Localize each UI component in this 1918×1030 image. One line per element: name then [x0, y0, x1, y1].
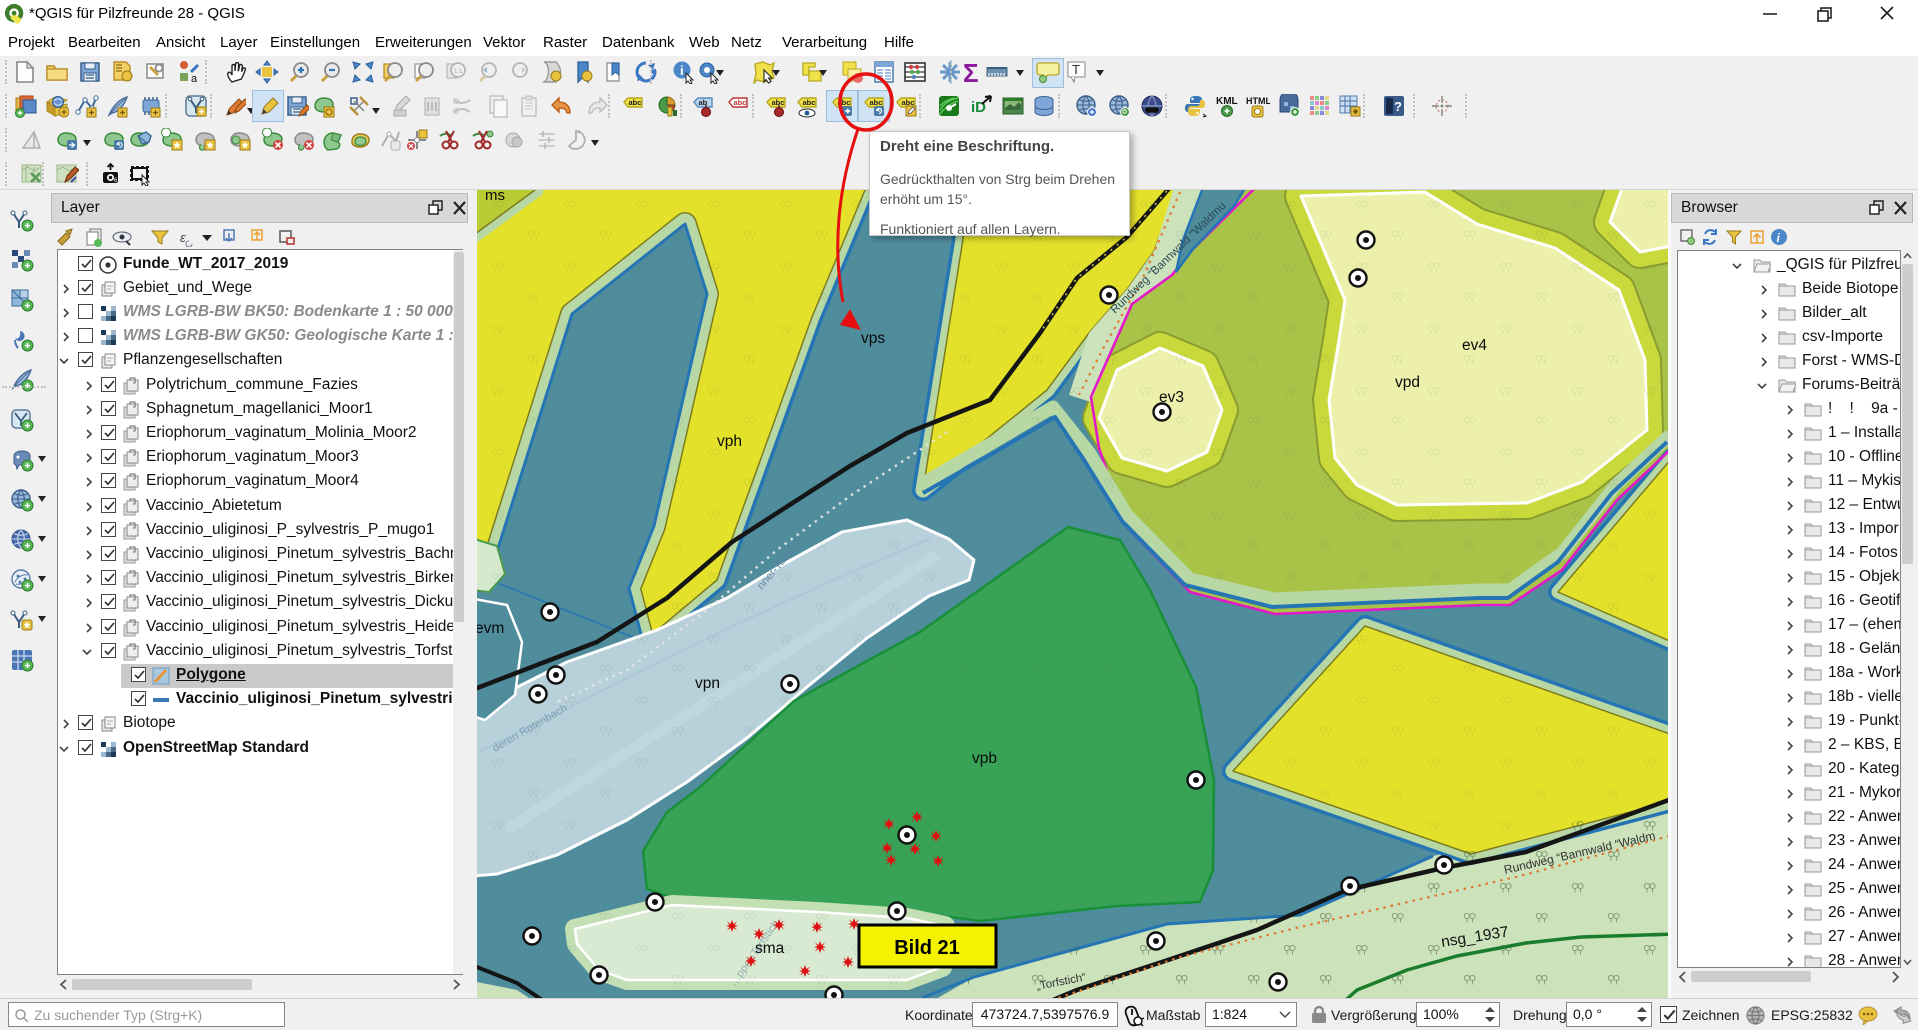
svg-text:a: a	[191, 73, 198, 84]
svg-text:i: i	[680, 63, 684, 78]
svg-text:vpb: vpb	[972, 750, 997, 767]
svg-text:sma: sma	[755, 940, 785, 957]
svg-text:ev4: ev4	[1462, 337, 1487, 354]
svg-text:ε: ε	[180, 230, 186, 245]
svg-text:abc: abc	[870, 98, 883, 107]
svg-text:Bild 21: Bild 21	[894, 937, 960, 959]
svg-text:abc: abc	[803, 98, 816, 107]
svg-text:abc: abc	[629, 98, 642, 107]
svg-text:1:1: 1:1	[454, 69, 463, 75]
svg-text:vps: vps	[861, 330, 885, 347]
svg-text:ms: ms	[485, 190, 505, 204]
svg-text:abc: abc	[734, 98, 747, 107]
svg-text:vpd: vpd	[1395, 374, 1420, 391]
svg-text:abc: abc	[838, 98, 851, 107]
svg-text:vph: vph	[717, 433, 742, 450]
svg-text:abc: abc	[772, 98, 785, 107]
svg-text:Σ: Σ	[963, 58, 979, 86]
svg-text:evm: evm	[477, 620, 504, 637]
svg-text:HTML: HTML	[1246, 96, 1270, 106]
svg-text:vpn: vpn	[695, 675, 720, 692]
svg-text:T: T	[1072, 62, 1080, 77]
svg-text:?: ?	[1394, 99, 1402, 114]
